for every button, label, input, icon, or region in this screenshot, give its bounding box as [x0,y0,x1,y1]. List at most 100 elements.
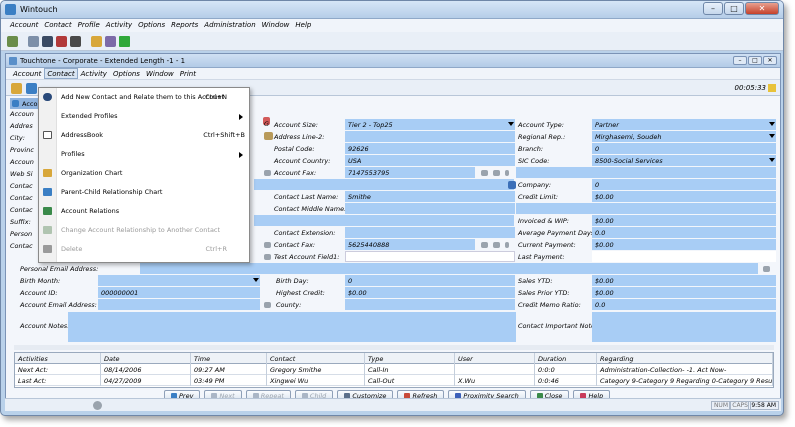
open-icon[interactable] [11,83,22,94]
pause-icon[interactable] [768,84,776,92]
folder-icon[interactable] [91,35,102,47]
menu-options[interactable]: Options [135,19,168,32]
credit-memo-ratio-input[interactable]: 0.0 [592,299,776,310]
right-blank-band[interactable] [516,167,776,178]
menu-administration[interactable]: Administration [201,19,258,32]
child-menu-account[interactable]: Account [10,68,44,79]
birth-day-input[interactable]: 0 [345,275,515,286]
account-id-input[interactable]: 000000001 [98,287,260,298]
personal-email-input[interactable] [140,263,758,274]
right-blank-band-2[interactable] [516,203,776,214]
info-icon[interactable] [26,83,37,94]
col-date[interactable]: Date [101,353,191,364]
contact-last-name-input[interactable]: Smithe [345,191,515,202]
invoiced-wip-input[interactable]: $0.00 [592,215,776,226]
sic-code-select[interactable]: 8500-Social Services [592,155,776,166]
menu-item-parent-child-chart[interactable]: Parent-Child Relationship Chart [39,183,249,201]
email-compose-icon[interactable] [763,266,770,272]
fax-phone-icon[interactable] [264,170,271,176]
birth-month-select[interactable] [98,275,260,286]
menu-item-delete[interactable]: Delete Ctrl+R [39,240,249,258]
regional-rep-select[interactable]: Mirghasemi, Soudeh [592,131,776,142]
branch-input[interactable]: 0 [592,143,776,154]
contact-fax-phone-icon[interactable] [264,242,271,248]
col-user[interactable]: User [455,353,535,364]
menu-item-add-new-contact[interactable]: Add New Contact and Relate them to this … [39,88,249,106]
grid-icon[interactable] [28,35,39,47]
contact-extension-input[interactable] [345,227,515,238]
contact-fax-input[interactable]: 5625440888 [345,239,475,250]
child-maximize-button[interactable]: □ [748,56,762,65]
maximize-button[interactable]: □ [724,2,744,15]
menu-contact[interactable]: Contact [41,19,74,32]
account-notes-textarea[interactable] [68,312,516,342]
map-icon[interactable] [264,132,273,140]
child-menu-window[interactable]: Window [143,68,177,79]
account-country-input[interactable]: USA [345,155,515,166]
add-icon[interactable] [119,35,130,47]
title-bar[interactable]: Wintouch – □ ✕ [1,1,783,19]
child-menu-activity[interactable]: Activity [78,68,110,79]
postal-code-input[interactable]: 92626 [345,143,515,154]
account-email-input[interactable] [98,299,260,310]
child-menu-options[interactable]: Options [110,68,143,79]
col-type[interactable]: Type [365,353,455,364]
home-icon[interactable] [7,35,18,47]
menu-item-extended-profiles[interactable]: Extended Profiles [39,107,249,125]
col-time[interactable]: Time [191,353,267,364]
col-duration[interactable]: Duration [535,353,597,364]
dial-icon[interactable] [481,170,488,176]
table-row[interactable]: Last Act: 04/27/2009 03:49 PM Xingwei Wu… [15,375,773,386]
contact-speaker-icon[interactable] [505,242,509,248]
menu-reports[interactable]: Reports [168,19,201,32]
account-email-icon[interactable] [264,302,271,308]
minimize-button[interactable]: – [703,2,723,15]
sales-ytd-input[interactable]: $0.00 [592,275,776,286]
child-menu-print[interactable]: Print [177,68,199,79]
test-account-field-input[interactable] [345,251,515,262]
menu-activity[interactable]: Activity [103,19,135,32]
dial-alt-icon[interactable] [493,170,500,176]
menu-item-account-relations[interactable]: Account Relations [39,202,249,220]
company-icon[interactable] [508,181,516,189]
contact-middle-name-input[interactable] [345,203,515,214]
menu-help[interactable]: Help [292,19,314,32]
menu-profile[interactable]: Profile [75,19,103,32]
address-line-2-input[interactable] [345,131,515,142]
menu-item-organization-chart[interactable]: Organization Chart [39,164,249,182]
web-site-band[interactable] [254,179,514,190]
speaker-icon[interactable] [505,170,509,176]
test-phone-icon[interactable] [264,254,271,260]
current-payment-input[interactable]: $0.00 [592,239,776,250]
highest-credit-input[interactable]: $0.00 [345,287,515,298]
col-contact[interactable]: Contact [267,353,365,364]
child-title-bar[interactable]: Touchtone - Corporate - Extended Length … [6,54,780,68]
child-menu-contact[interactable]: Contact [44,68,78,79]
contact-dial-icon[interactable] [481,242,488,248]
menu-window[interactable]: Window [259,19,293,32]
col-activities[interactable]: Activities [15,353,101,364]
county-input[interactable] [345,299,515,310]
average-payment-days-input[interactable]: 0.0 [592,227,776,238]
menu-item-profiles[interactable]: Profiles [39,145,249,163]
sales-prior-ytd-input[interactable]: $0.00 [592,287,776,298]
credit-limit-input[interactable]: $0.00 [592,191,776,202]
last-payment-input[interactable] [592,251,776,262]
contact-title-band[interactable] [254,215,514,226]
table-row[interactable]: Next Act: 08/14/2006 09:27 AM Gregory Sm… [15,364,773,375]
account-size-select[interactable]: Tier 2 - Top25 [345,119,515,130]
account-fax-input[interactable]: 7147553795 [345,167,475,178]
child-minimize-button[interactable]: – [733,56,747,65]
form-horizontal-scrollbar[interactable] [14,345,774,350]
menu-account[interactable]: Account [7,19,41,32]
calendar-icon[interactable] [56,35,67,47]
close-button[interactable]: ✕ [745,2,779,15]
child-close-button[interactable]: ✕ [763,56,777,65]
company-input[interactable]: 0 [592,179,776,190]
account-tab[interactable]: Acco [10,98,38,109]
list-icon[interactable] [42,35,53,47]
check-icon[interactable] [70,35,81,47]
menu-item-change-relationship[interactable]: Change Account Relationship to Another C… [39,221,249,239]
contact-notes-textarea[interactable] [592,312,776,342]
menu-item-addressbook[interactable]: AddressBook Ctrl+Shift+B [39,126,249,144]
